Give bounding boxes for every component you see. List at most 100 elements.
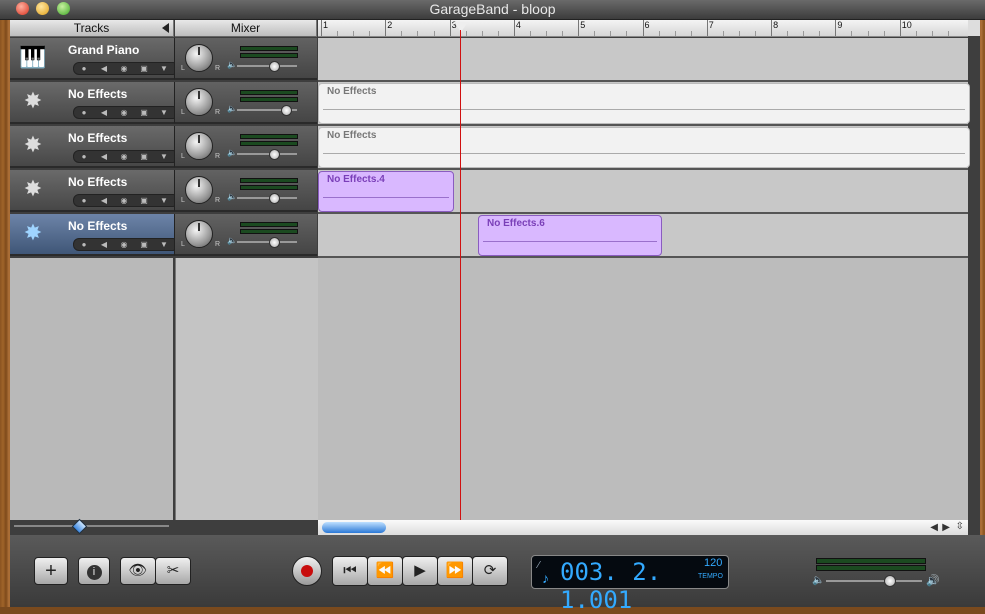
guitar-amp-icon: ✸ (23, 220, 43, 245)
level-meter-right (240, 53, 298, 58)
mute-icon[interactable]: ◀ (96, 240, 112, 249)
track-volume-slider[interactable] (237, 105, 297, 116)
level-meter-right (240, 185, 298, 190)
audio-region[interactable]: No Effects.4 (318, 171, 454, 212)
empty-timeline-area (318, 258, 968, 520)
ruler-minor-tick (497, 31, 499, 36)
mute-icon[interactable]: ◀ (96, 108, 112, 117)
ruler-minor-tick (915, 31, 917, 36)
track-info-button[interactable]: i (78, 557, 110, 585)
track-lane[interactable]: No Effects.6 (318, 214, 968, 258)
ruler-minor-tick (803, 31, 805, 36)
record-button[interactable] (292, 556, 322, 586)
track-volume-slider[interactable] (237, 61, 297, 72)
track-volume-slider[interactable] (237, 149, 297, 160)
play-button[interactable]: ▶ (402, 556, 438, 586)
volume-low-icon: 🔈 (227, 104, 237, 113)
track-lane[interactable] (318, 38, 968, 82)
ruler-corner-icon (968, 20, 980, 36)
mute-icon[interactable]: ◀ (96, 152, 112, 161)
audio-region[interactable]: No Effects (318, 83, 970, 124)
region-name: No Effects.6 (487, 218, 545, 229)
record-enable-icon[interactable]: ● (76, 64, 92, 73)
track-lane[interactable]: No Effects (318, 126, 970, 170)
solo-icon[interactable]: ◉ (116, 196, 132, 205)
solo-icon[interactable]: ◉ (116, 152, 132, 161)
record-enable-icon[interactable]: ● (76, 196, 92, 205)
track-header[interactable]: ✸ No Effects ● ◀ ◉ ▣ ▼ (10, 214, 185, 256)
pan-left-label: L (181, 109, 185, 116)
lock-icon[interactable]: ▣ (136, 108, 152, 117)
pan-knob[interactable] (185, 176, 213, 204)
go-to-beginning-button[interactable]: ⏮ (332, 556, 368, 586)
pan-knob[interactable] (185, 44, 213, 72)
solo-icon[interactable]: ◉ (116, 240, 132, 249)
automation-toggle-icon[interactable]: ▼ (156, 108, 172, 117)
scroll-left-icon[interactable]: ◀ (930, 522, 938, 533)
ruler-bar-label: 9 (835, 20, 843, 36)
track-lane[interactable]: No Effects (318, 82, 970, 126)
track-volume-thumb[interactable] (269, 149, 280, 160)
scroll-right-icon[interactable]: ▶ (942, 522, 950, 533)
cycle-button[interactable]: ⟳ (472, 556, 508, 586)
lcd-display[interactable]: ⁄ ♪ 003. 2. 1.001 120 TEMPO (531, 555, 729, 614)
editor-button[interactable]: ✂ (155, 557, 191, 585)
empty-track-area (10, 258, 173, 520)
vertical-resize-icon[interactable]: ⇳ (956, 521, 964, 532)
scrollbar-thumb[interactable] (322, 522, 386, 533)
mute-icon[interactable]: ◀ (96, 196, 112, 205)
track-volume-thumb[interactable] (269, 193, 280, 204)
tracks-header[interactable]: Tracks (10, 20, 174, 37)
add-track-button[interactable]: + (34, 557, 68, 585)
track-volume-slider[interactable] (237, 237, 297, 248)
track-volume-slider[interactable] (237, 193, 297, 204)
lock-icon[interactable]: ▣ (136, 152, 152, 161)
solo-icon[interactable]: ◉ (116, 108, 132, 117)
loop-browser-button[interactable]: 👁 (120, 557, 156, 585)
fast-forward-button[interactable]: ⏩ (437, 556, 473, 586)
track-header[interactable]: ✸ No Effects ● ◀ ◉ ▣ ▼ (10, 82, 185, 124)
pan-left-label: L (181, 241, 185, 248)
pan-knob[interactable] (185, 132, 213, 160)
playhead-handle-icon[interactable] (454, 22, 468, 32)
track-header[interactable]: ✸ No Effects ● ◀ ◉ ▣ ▼ (10, 126, 185, 168)
timeline-scrollbar[interactable]: ◀ ▶ ⇳ (318, 520, 968, 535)
rewind-button[interactable]: ⏪ (367, 556, 403, 586)
master-volume-slider[interactable] (826, 575, 922, 587)
ruler-minor-tick (369, 31, 371, 36)
automation-toggle-icon[interactable]: ▼ (156, 240, 172, 249)
level-meter-right (240, 97, 298, 102)
track-header[interactable]: ✸ No Effects ● ◀ ◉ ▣ ▼ (10, 170, 185, 212)
automation-toggle-icon[interactable]: ▼ (156, 64, 172, 73)
pan-right-label: R (215, 197, 221, 204)
solo-icon[interactable]: ◉ (116, 64, 132, 73)
record-enable-icon[interactable]: ● (76, 240, 92, 249)
automation-toggle-icon[interactable]: ▼ (156, 152, 172, 161)
master-volume-thumb[interactable] (884, 575, 896, 587)
track-lane[interactable]: No Effects.4 (318, 170, 968, 214)
lock-icon[interactable]: ▣ (136, 196, 152, 205)
record-enable-icon[interactable]: ● (76, 152, 92, 161)
track-volume-thumb[interactable] (269, 61, 280, 72)
window-title: GarageBand - bloop (429, 1, 556, 17)
volume-low-icon: 🔈 (227, 148, 237, 157)
ruler-minor-tick (433, 31, 435, 36)
plus-icon: + (45, 560, 57, 582)
timeline-ruler[interactable]: 1 2 3 4 5 6 7 8 9 10 (318, 20, 968, 37)
audio-region[interactable]: No Effects (318, 127, 970, 168)
track-volume-thumb[interactable] (281, 105, 292, 116)
audio-region[interactable]: No Effects.6 (478, 215, 662, 256)
ruler-minor-tick (883, 31, 885, 36)
track-header[interactable]: 🎹 Grand Piano ● ◀ ◉ ▣ ▼ (10, 38, 185, 80)
pan-knob[interactable] (185, 88, 213, 116)
mute-icon[interactable]: ◀ (96, 64, 112, 73)
zoom-slider[interactable] (14, 518, 169, 535)
lock-icon[interactable]: ▣ (136, 64, 152, 73)
automation-toggle-icon[interactable]: ▼ (156, 196, 172, 205)
track-volume-thumb[interactable] (269, 237, 280, 248)
lock-icon[interactable]: ▣ (136, 240, 152, 249)
collapse-mixer-icon[interactable] (162, 23, 169, 33)
record-enable-icon[interactable]: ● (76, 108, 92, 117)
pan-knob[interactable] (185, 220, 213, 248)
record-icon (301, 565, 313, 577)
